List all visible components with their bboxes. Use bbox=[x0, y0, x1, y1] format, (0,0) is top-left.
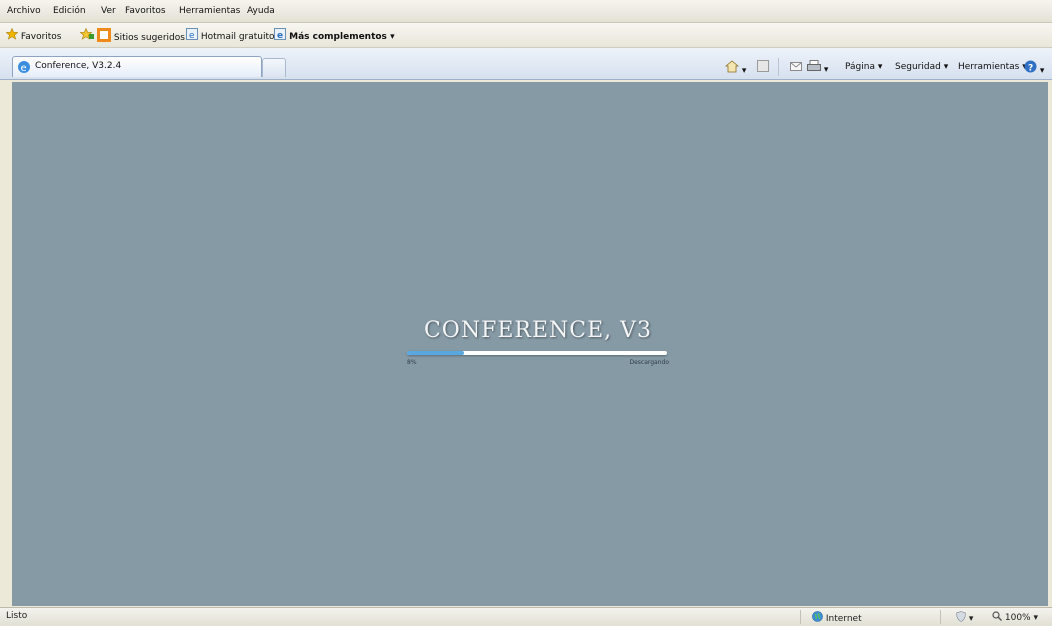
chevron-down-icon: ▾ bbox=[968, 614, 974, 624]
menu-favoritos[interactable]: Favoritos bbox=[122, 5, 169, 18]
menu-archivo[interactable]: Archivo bbox=[4, 5, 44, 18]
suggested-sites-label: Sitios sugeridos bbox=[113, 33, 185, 43]
zoom-label: 100% bbox=[1004, 613, 1031, 623]
feeds-icon bbox=[757, 60, 769, 75]
svg-text:e: e bbox=[189, 31, 195, 40]
internet-zone[interactable]: Internet bbox=[812, 611, 862, 624]
progress-status: Descargando bbox=[629, 359, 669, 366]
svg-text:e: e bbox=[21, 63, 27, 74]
progress-labels: 8% Descargando bbox=[407, 359, 669, 369]
menu-ayuda[interactable]: Ayuda bbox=[244, 5, 278, 18]
page-menu[interactable]: Página ▾ bbox=[845, 60, 882, 74]
tab-conference[interactable]: e Conference, V3.2.4 bbox=[12, 56, 262, 77]
suggested-sites-link[interactable]: Sitios sugeridos ▾ bbox=[97, 28, 192, 43]
app-loader: CONFERENCE, V3 8% Descargando bbox=[407, 318, 669, 369]
protected-mode-button[interactable]: ▾ bbox=[956, 611, 973, 624]
menu-herramientas[interactable]: Herramientas bbox=[176, 5, 243, 18]
app-title: CONFERENCE, V3 bbox=[423, 318, 653, 343]
tools-menu[interactable]: Herramientas ▾ bbox=[958, 60, 1027, 74]
chevron-down-icon: ▾ bbox=[741, 66, 747, 76]
menu-edicion[interactable]: Edición bbox=[50, 5, 89, 18]
shield-icon bbox=[956, 611, 969, 624]
suggested-sites-icon bbox=[97, 28, 111, 47]
ie-logo-icon: e bbox=[17, 60, 31, 77]
help-icon: ? bbox=[1024, 60, 1040, 76]
favorites-button[interactable]: Favoritos bbox=[5, 27, 62, 45]
chevron-down-icon: ▾ bbox=[877, 62, 883, 72]
home-icon bbox=[724, 60, 742, 76]
hotmail-link[interactable]: e Hotmail gratuito bbox=[186, 28, 275, 42]
tools-menu-label: Herramientas bbox=[958, 62, 1020, 72]
chevron-down-icon: ▾ bbox=[390, 32, 395, 42]
more-addons-link[interactable]: e Más complementos ▾ bbox=[274, 28, 395, 42]
menu-bar: Archivo Edición Ver Favoritos Herramient… bbox=[0, 0, 1052, 23]
security-menu[interactable]: Seguridad ▾ bbox=[895, 60, 948, 74]
toolbar-separator bbox=[778, 58, 779, 76]
zone-label: Internet bbox=[825, 614, 862, 624]
help-button[interactable]: ? ▾ bbox=[1024, 60, 1045, 76]
status-separator bbox=[940, 610, 941, 624]
chevron-down-icon: ▾ bbox=[943, 62, 949, 72]
status-bar: Listo Internet ▾ 100% ▾ bbox=[0, 607, 1052, 626]
page-viewport: CONFERENCE, V3 8% Descargando bbox=[12, 82, 1048, 606]
star-icon bbox=[5, 27, 19, 45]
home-button[interactable]: ▾ bbox=[724, 60, 747, 76]
read-mail-button[interactable] bbox=[790, 60, 802, 74]
globe-icon bbox=[812, 611, 826, 624]
tab-row: e Conference, V3.2.4 ▾ ▾ Página ▾ Seguri… bbox=[0, 48, 1052, 80]
add-favorite-icon bbox=[79, 27, 94, 45]
zoom-control[interactable]: 100% ▾ bbox=[992, 611, 1038, 623]
progress-percent: 8% bbox=[407, 359, 417, 366]
favorites-label: Favoritos bbox=[20, 32, 62, 42]
status-separator bbox=[800, 610, 801, 624]
chevron-down-icon: ▾ bbox=[1039, 66, 1045, 76]
more-addons-label: Más complementos bbox=[289, 32, 387, 42]
page-menu-label: Página bbox=[845, 62, 875, 72]
ie-page-icon: e bbox=[274, 28, 286, 45]
ie-page-icon: e bbox=[186, 28, 198, 45]
new-tab-button[interactable] bbox=[262, 58, 286, 77]
zoom-icon bbox=[992, 611, 1005, 623]
menu-ver[interactable]: Ver bbox=[98, 5, 119, 18]
mail-icon bbox=[790, 62, 802, 75]
chevron-down-icon: ▾ bbox=[823, 65, 829, 75]
chevron-down-icon: ▾ bbox=[1033, 613, 1039, 623]
feeds-button[interactable] bbox=[757, 60, 769, 74]
print-button[interactable]: ▾ bbox=[807, 60, 829, 75]
svg-text:e: e bbox=[277, 31, 283, 40]
add-to-favorites-button[interactable] bbox=[79, 27, 94, 45]
svg-text:?: ? bbox=[1028, 64, 1033, 74]
progress-bar-fill bbox=[407, 351, 465, 355]
printer-icon bbox=[807, 60, 824, 75]
hotmail-label: Hotmail gratuito bbox=[200, 32, 275, 42]
favorites-bar: Favoritos Sitios sugeridos ▾ e Hotmail g… bbox=[0, 23, 1052, 48]
security-menu-label: Seguridad bbox=[895, 62, 941, 72]
status-text: Listo bbox=[6, 611, 28, 621]
progress-bar bbox=[407, 351, 667, 355]
tab-title: Conference, V3.2.4 bbox=[35, 61, 122, 71]
